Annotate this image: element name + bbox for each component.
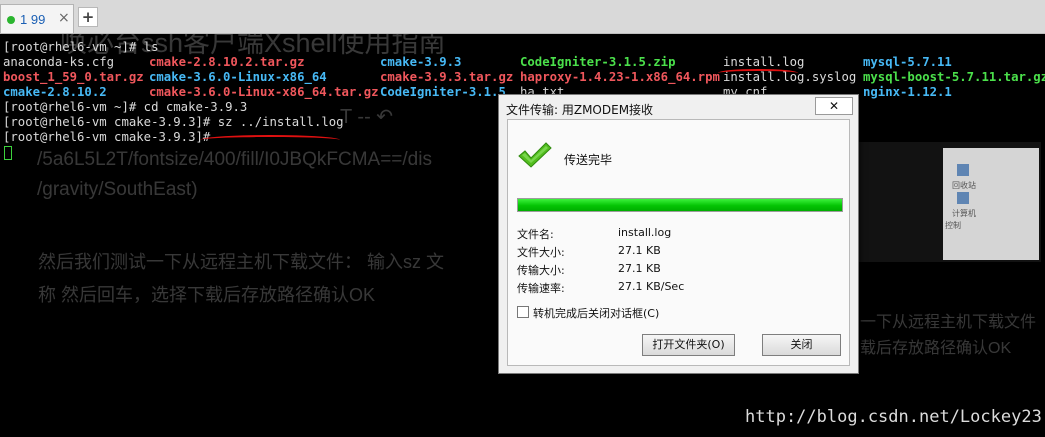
- filesize-value: 27.1 KB: [618, 244, 661, 257]
- close-on-complete-label[interactable]: 转机完成后关闭对话框(C): [533, 305, 659, 321]
- ghost-right-line-2: 载后存放路径确认OK: [860, 340, 1012, 357]
- ghost-paragraph-line-2: 称 然后回车，选择下载后存放路径确认OK: [38, 285, 376, 305]
- ghost-img-label-0: 控制: [945, 221, 961, 230]
- ls-directory: cmake-3.9.3: [380, 55, 462, 69]
- ghost-paragraph-line-1: 然后我们测试一下从远程主机下载文件： 输入sz 文: [38, 252, 444, 272]
- ls-directory: nginx-1.12.1: [863, 85, 952, 99]
- new-tab-button[interactable]: +: [78, 7, 98, 27]
- transfer-progress-bar: [517, 198, 843, 212]
- transfer-status: 传送完毕: [564, 153, 613, 167]
- terminal-line-ls: [root@rhel6-vm ~]# ls: [3, 40, 159, 54]
- ls-executable: CodeIgniter-3.1.5.zip: [520, 55, 676, 69]
- ghost-right-line-1: 一下从远程主机下载文件: [860, 314, 1037, 331]
- connected-status-icon: [7, 16, 15, 24]
- session-tab-label: 1 99: [20, 12, 46, 27]
- ls-archive: mysql-boost-5.7.11.tar.gz: [863, 70, 1045, 84]
- close-on-complete-checkbox[interactable]: [517, 306, 529, 318]
- ls-archive: cmake-3.9.3.tar.gz: [380, 70, 514, 84]
- open-folder-button[interactable]: 打开文件夹(O): [642, 334, 735, 356]
- terminal-line-sz: [root@rhel6-vm cmake-3.9.3]# sz ../insta…: [3, 115, 344, 129]
- filesize-label: 文件大小:: [517, 246, 565, 259]
- transferred-value: 27.1 KB: [618, 262, 661, 275]
- ls-directory: cmake-2.8.10.2: [3, 85, 107, 99]
- ghost-url-line-2: /gravity/SouthEast): [37, 179, 198, 200]
- zmodem-transfer-dialog: 文件传输: 用ZMODEM接收 ✕ 传送完毕 文件名: install.log …: [498, 94, 859, 374]
- ls-directory: cmake-3.6.0-Linux-x86_64: [149, 70, 327, 84]
- ghost-screenshot-image: 回收站 计算机 控制: [857, 142, 1041, 262]
- annotation-underline-sz-command: [200, 135, 340, 145]
- filename-label: 文件名:: [517, 228, 554, 241]
- terminal-line-cd: [root@rhel6-vm ~]# cd cmake-3.9.3: [3, 100, 248, 114]
- ls-file: anaconda-ks.cfg: [3, 55, 115, 69]
- ghost-img-label-2: 计算机: [952, 209, 976, 218]
- rate-value: 27.1 KB/Sec: [618, 280, 685, 293]
- close-button[interactable]: 关闭: [762, 334, 841, 356]
- session-tab[interactable]: 1 99 ×: [0, 4, 74, 33]
- success-check-icon: [518, 142, 552, 168]
- annotation-underline-install-log: [718, 69, 798, 77]
- ls-directory: CodeIgniter-3.1.5: [380, 85, 506, 99]
- ls-archive: cmake-2.8.10.2.tar.gz: [149, 55, 305, 69]
- terminal-cursor: [4, 146, 12, 160]
- dialog-title: 文件传输: 用ZMODEM接收: [506, 103, 654, 117]
- recycle-bin-icon: [957, 164, 969, 176]
- dialog-body: 传送完毕 文件名: install.log 文件大小: 27.1 KB 传输大小…: [507, 119, 850, 366]
- filename-value: install.log: [618, 226, 672, 239]
- transferred-label: 传输大小:: [517, 264, 565, 277]
- ghost-url-line-1: /5a6L5L2T/fontsize/400/fill/I0JBQkFCMA==…: [37, 149, 432, 170]
- ls-directory: mysql-5.7.11: [863, 55, 952, 69]
- ls-archive: haproxy-1.4.23-1.x86_64.rpm: [520, 70, 720, 84]
- close-tab-icon[interactable]: ×: [58, 10, 70, 26]
- ghost-img-label-1: 回收站: [952, 181, 976, 190]
- ghost-toolbar: T -- ↶: [340, 106, 394, 128]
- dialog-close-button[interactable]: ✕: [815, 97, 853, 115]
- computer-icon: [957, 192, 969, 204]
- ls-file-install-log: install.log: [723, 55, 805, 69]
- rate-label: 传输速率:: [517, 282, 565, 295]
- ls-archive: boost_1_59_0.tar.gz: [3, 70, 144, 84]
- watermark-url: http://blog.csdn.net/Lockey23: [745, 407, 1042, 427]
- terminal-line-prompt: [root@rhel6-vm cmake-3.9.3]#: [3, 130, 211, 144]
- ls-archive: cmake-3.6.0-Linux-x86_64.tar.gz: [149, 85, 379, 99]
- progress-fill: [518, 199, 842, 211]
- tab-bar: 1 99 × +: [0, 0, 1045, 34]
